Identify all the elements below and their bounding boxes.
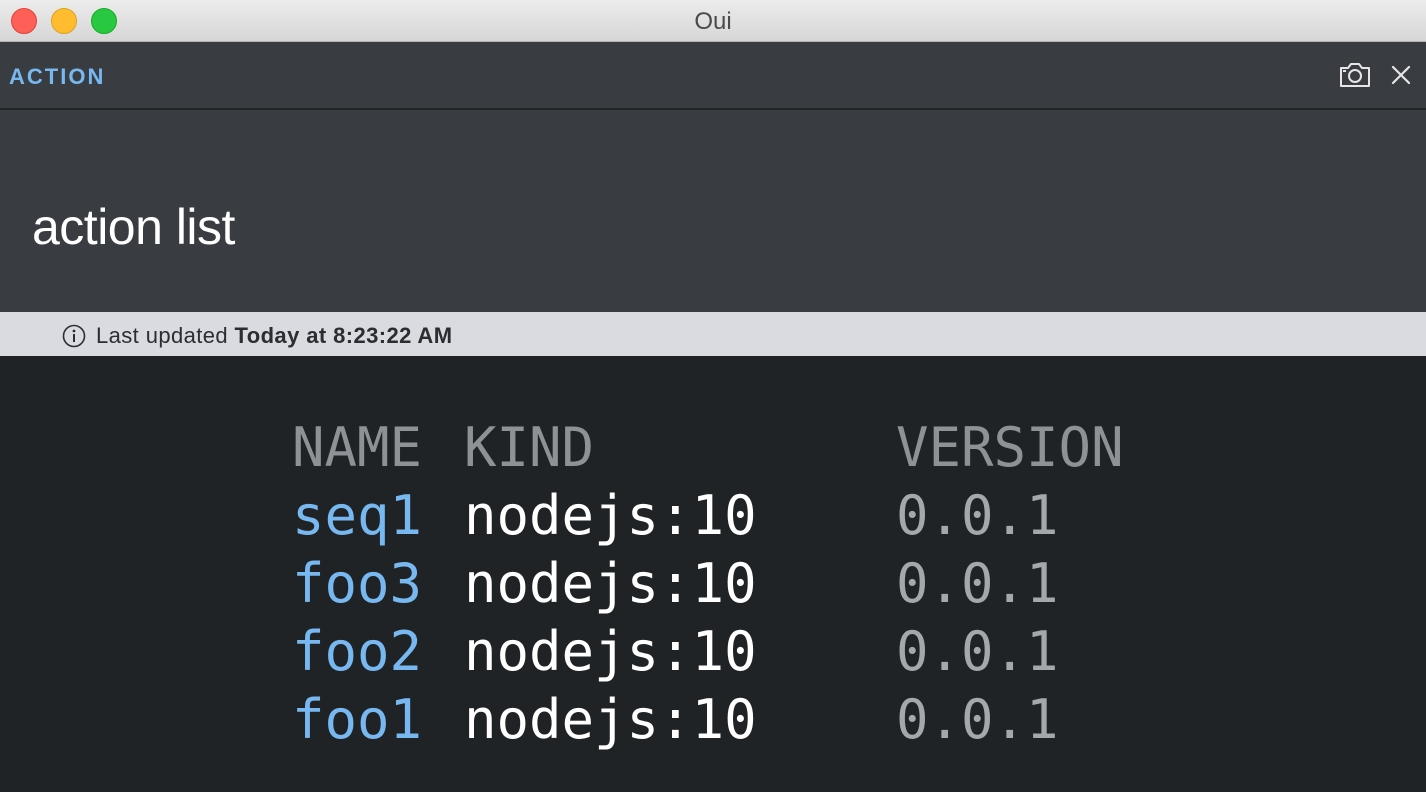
view-header: ACTION <box>0 42 1426 109</box>
last-updated-timestamp: Today at 8:23:22 AM <box>234 323 453 348</box>
page-title: action list <box>32 199 235 255</box>
action-name-link[interactable]: seq1 <box>292 482 422 550</box>
action-name-link[interactable]: foo2 <box>292 618 422 686</box>
column-header-kind: KIND <box>464 416 595 479</box>
column-header-version: VERSION <box>896 416 1124 479</box>
snapshot-button[interactable] <box>1338 60 1372 90</box>
action-version: 0.0.1 <box>896 620 1059 683</box>
action-kind: nodejs:10 <box>464 620 757 683</box>
status-bar: Last updated Today at 8:23:22 AM <box>0 312 1426 356</box>
last-updated-label: Last updated <box>96 323 229 348</box>
action-kind: nodejs:10 <box>464 688 757 751</box>
action-name-link[interactable]: foo3 <box>292 550 422 618</box>
action-kind: nodejs:10 <box>464 484 757 547</box>
action-version: 0.0.1 <box>896 484 1059 547</box>
action-kind: nodejs:10 <box>464 552 757 615</box>
camera-icon <box>1340 63 1370 87</box>
command-output: NAME KIND VERSION seq1 nodejs:10 0.0.1 f… <box>0 356 1426 792</box>
title-section: action list <box>0 110 1426 312</box>
action-name-link[interactable]: foo1 <box>292 686 422 754</box>
action-version: 0.0.1 <box>896 552 1059 615</box>
close-view-button[interactable] <box>1388 62 1414 88</box>
close-icon <box>1391 65 1411 85</box>
window-title: Oui <box>694 8 732 35</box>
last-updated-text: Last updated Today at 8:23:22 AM <box>96 323 452 349</box>
info-icon <box>62 324 86 348</box>
header-label: ACTION <box>9 64 106 89</box>
column-header-name: NAME <box>292 416 423 479</box>
action-version: 0.0.1 <box>896 688 1059 751</box>
window-titlebar: Oui <box>0 0 1426 42</box>
